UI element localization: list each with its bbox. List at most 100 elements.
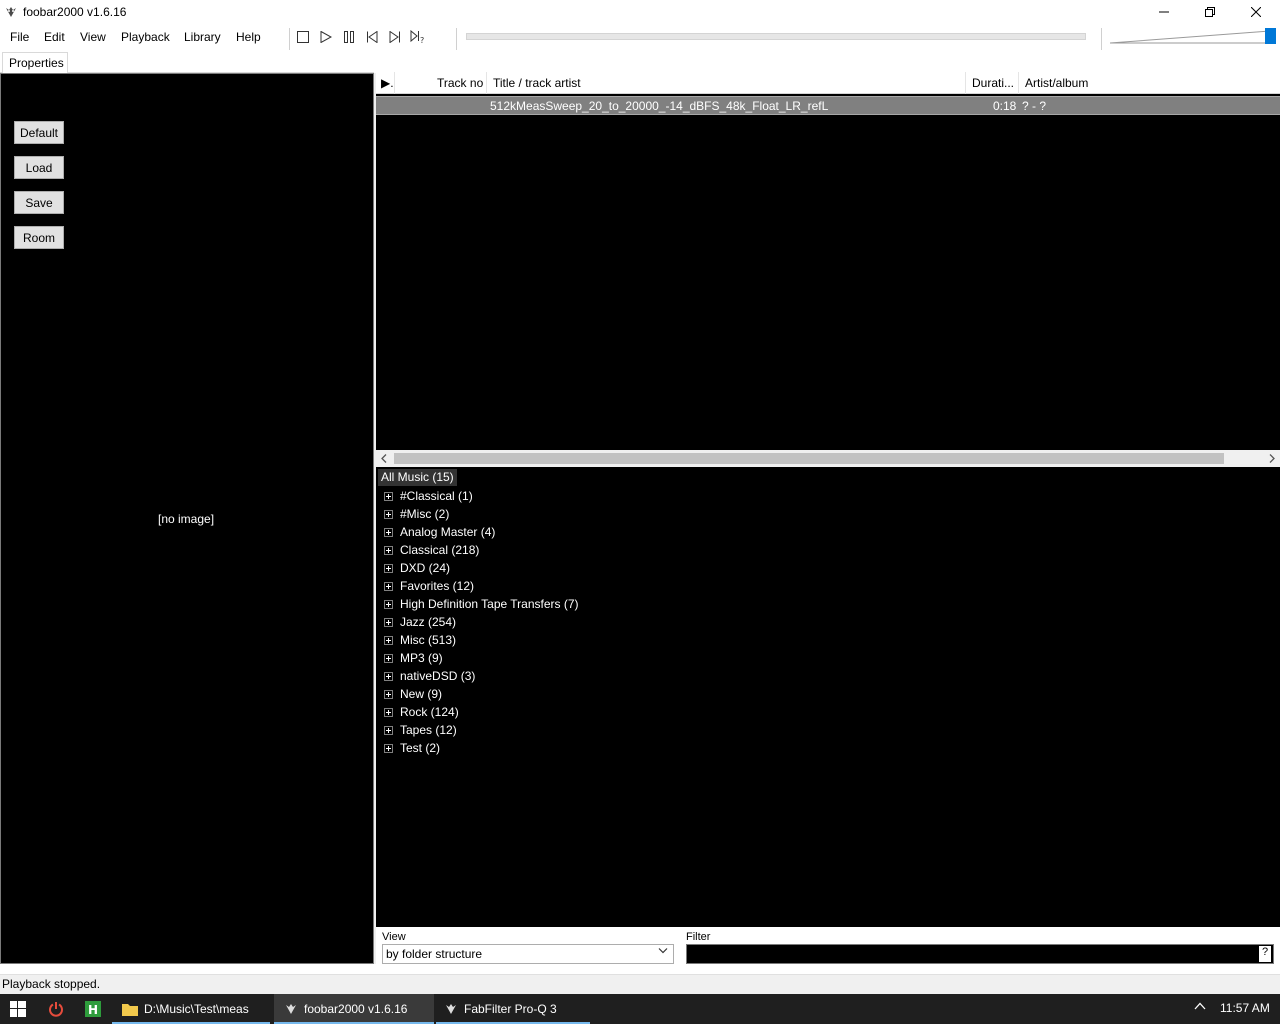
tree-node[interactable]: #Classical (1) bbox=[384, 487, 473, 505]
menu-help[interactable]: Help bbox=[236, 30, 261, 44]
tree-node[interactable]: High Definition Tape Transfers (7) bbox=[384, 595, 579, 613]
expand-plus-icon[interactable] bbox=[384, 492, 393, 501]
expand-plus-icon[interactable] bbox=[384, 510, 393, 519]
tree-node-label: Misc (513) bbox=[400, 633, 457, 647]
tree-root-all-music[interactable]: All Music (15) bbox=[378, 469, 457, 486]
stop-icon bbox=[297, 31, 309, 43]
tree-node[interactable]: Favorites (12) bbox=[384, 577, 474, 595]
expand-plus-icon[interactable] bbox=[384, 528, 393, 537]
expand-plus-icon[interactable] bbox=[384, 582, 393, 591]
column-divider[interactable] bbox=[486, 72, 487, 94]
tree-node[interactable]: Tapes (12) bbox=[384, 721, 457, 739]
expand-plus-icon[interactable] bbox=[384, 708, 393, 717]
previous-button[interactable] bbox=[362, 28, 382, 46]
default-button[interactable]: Default bbox=[14, 121, 64, 144]
pause-button[interactable] bbox=[339, 28, 359, 46]
column-artist-album[interactable]: Artist/album bbox=[1025, 76, 1088, 90]
column-divider[interactable] bbox=[965, 72, 966, 94]
column-title[interactable]: Title / track artist bbox=[493, 76, 581, 90]
pause-icon bbox=[344, 31, 354, 43]
random-icon: ? bbox=[410, 30, 424, 44]
volume-thumb[interactable] bbox=[1265, 28, 1276, 44]
menu-edit[interactable]: Edit bbox=[44, 30, 65, 44]
next-button[interactable] bbox=[385, 28, 405, 46]
random-button[interactable]: ? bbox=[408, 28, 428, 46]
restore-button[interactable] bbox=[1187, 0, 1233, 24]
column-playing[interactable]: ▶. bbox=[381, 76, 394, 90]
filter-input[interactable] bbox=[686, 944, 1274, 964]
filter-help-button[interactable]: ? bbox=[1259, 946, 1271, 962]
tree-node-label: Favorites (12) bbox=[400, 579, 475, 593]
scroll-right-button[interactable] bbox=[1265, 451, 1279, 465]
tree-node[interactable]: Classical (218) bbox=[384, 541, 479, 559]
tree-node[interactable]: nativeDSD (3) bbox=[384, 667, 475, 685]
next-icon bbox=[389, 31, 400, 43]
start-button[interactable] bbox=[0, 994, 36, 1024]
playlist-header: ▶. Track no Title / track artist Durati.… bbox=[376, 72, 1280, 94]
clock[interactable]: 11:57 AM bbox=[1220, 1001, 1270, 1015]
chevron-up-icon[interactable] bbox=[1194, 1002, 1206, 1010]
play-button[interactable] bbox=[316, 28, 336, 46]
tree-node[interactable]: DXD (24) bbox=[384, 559, 450, 577]
close-button[interactable] bbox=[1233, 0, 1279, 24]
taskbar-foobar[interactable]: foobar2000 v1.6.16 bbox=[274, 994, 434, 1024]
tree-node[interactable]: #Misc (2) bbox=[384, 505, 449, 523]
expand-plus-icon[interactable] bbox=[384, 726, 393, 735]
column-divider[interactable] bbox=[1018, 72, 1019, 94]
menu-library[interactable]: Library bbox=[184, 30, 221, 44]
expand-plus-icon[interactable] bbox=[384, 600, 393, 609]
power-app-button[interactable] bbox=[38, 994, 74, 1024]
volume-slider[interactable] bbox=[1110, 29, 1270, 44]
previous-icon bbox=[367, 31, 378, 43]
seek-bar[interactable] bbox=[466, 33, 1086, 40]
hex-editor-app-button[interactable]: H bbox=[75, 994, 111, 1024]
tree-node[interactable]: Misc (513) bbox=[384, 631, 456, 649]
power-icon bbox=[49, 1002, 63, 1017]
tree-node-label: DXD (24) bbox=[400, 561, 451, 575]
tab-properties[interactable]: Properties bbox=[2, 52, 68, 73]
tree-node[interactable]: MP3 (9) bbox=[384, 649, 443, 667]
room-button[interactable]: Room bbox=[14, 226, 64, 249]
expand-plus-icon[interactable] bbox=[384, 654, 393, 663]
tree-node-label: Analog Master (4) bbox=[400, 525, 496, 539]
expand-plus-icon[interactable] bbox=[384, 618, 393, 627]
expand-plus-icon[interactable] bbox=[384, 744, 393, 753]
row-artist-album: ? - ? bbox=[1022, 99, 1047, 113]
scroll-left-button[interactable] bbox=[377, 451, 391, 465]
toolbar-separator bbox=[1101, 28, 1102, 50]
save-button[interactable]: Save bbox=[14, 191, 64, 214]
tree-node[interactable]: Test (2) bbox=[384, 739, 440, 757]
load-button[interactable]: Load bbox=[14, 156, 64, 179]
scrollbar-thumb[interactable] bbox=[394, 453, 1224, 464]
expand-plus-icon[interactable] bbox=[384, 564, 393, 573]
status-bar bbox=[0, 974, 1280, 994]
column-divider[interactable] bbox=[394, 72, 395, 94]
tree-node[interactable]: New (9) bbox=[384, 685, 442, 703]
expand-plus-icon[interactable] bbox=[384, 546, 393, 555]
taskbar-fabfilter[interactable]: FabFilter Pro-Q 3 bbox=[436, 994, 590, 1024]
tree-node-label: High Definition Tape Transfers (7) bbox=[400, 597, 579, 611]
expand-plus-icon[interactable] bbox=[384, 636, 393, 645]
tree-node[interactable]: Rock (124) bbox=[384, 703, 459, 721]
expand-plus-icon[interactable] bbox=[384, 672, 393, 681]
tree-node[interactable]: Analog Master (4) bbox=[384, 523, 495, 541]
menu-file[interactable]: File bbox=[10, 30, 29, 44]
playlist[interactable]: 512kMeasSweep_20_to_20000_-14_dBFS_48k_F… bbox=[376, 94, 1280, 450]
playlist-row[interactable]: 512kMeasSweep_20_to_20000_-14_dBFS_48k_F… bbox=[376, 96, 1280, 115]
expand-plus-icon[interactable] bbox=[384, 690, 393, 699]
svg-text:H: H bbox=[88, 1003, 98, 1017]
taskbar-explorer[interactable]: D:\Music\Test\meas bbox=[112, 994, 270, 1024]
tree-node[interactable]: Jazz (254) bbox=[384, 613, 456, 631]
foobar-icon bbox=[286, 1004, 296, 1014]
menu-view[interactable]: View bbox=[80, 30, 106, 44]
tree-node-label: Test (2) bbox=[400, 741, 441, 755]
close-icon bbox=[1251, 7, 1261, 17]
view-select[interactable]: by folder structure bbox=[382, 944, 674, 964]
stop-button[interactable] bbox=[293, 28, 313, 46]
column-track-no[interactable]: Track no bbox=[437, 76, 483, 90]
window-title: foobar2000 v1.6.16 bbox=[23, 5, 127, 19]
menu-playback[interactable]: Playback bbox=[121, 30, 170, 44]
column-duration[interactable]: Durati... bbox=[972, 76, 1014, 90]
minimize-button[interactable] bbox=[1141, 0, 1187, 24]
minimize-icon bbox=[1159, 11, 1169, 13]
